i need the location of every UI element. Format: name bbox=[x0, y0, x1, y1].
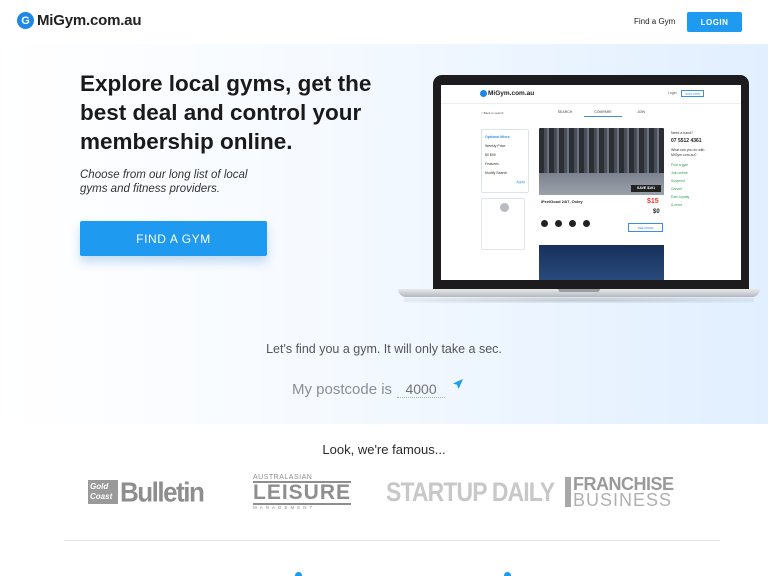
logo-text: MiGym.com.au bbox=[37, 12, 142, 29]
franchise-words: FRANCHISE BUSINESS bbox=[573, 475, 674, 510]
laptop-shadow bbox=[404, 297, 754, 303]
send-arrow-icon[interactable] bbox=[452, 377, 464, 395]
mini-logo-text: MiGym.com.au bbox=[488, 90, 535, 97]
mini-join: JOIN NOW bbox=[681, 90, 704, 97]
mini-filter-item: $0 $99 bbox=[485, 153, 496, 157]
mini-check-item: Find a gym bbox=[671, 163, 689, 167]
mini-check-item: & more bbox=[671, 203, 683, 207]
postcode-input[interactable] bbox=[397, 380, 446, 398]
mini-feature-icon bbox=[555, 220, 562, 227]
mini-phone: 07 5512 4361 bbox=[671, 138, 702, 144]
mini-filters-title: Optional filters bbox=[485, 135, 510, 139]
mini-check-item: Join online bbox=[671, 171, 688, 175]
press-logos: Gold Coast Bulletin AUSTRALASIAN LEISURE… bbox=[0, 472, 768, 512]
mini-gym-name: iFeelGood 24/7, Oxley bbox=[541, 199, 583, 204]
mini-logo: MiGym.com.au bbox=[480, 90, 534, 97]
leisure-top: AUSTRALASIAN bbox=[253, 474, 313, 481]
franchise-business-logo: FRANCHISE BUSINESS bbox=[565, 472, 674, 512]
laptop-lid: MiGym.com.au Login JOIN NOW < Back to se… bbox=[433, 75, 749, 289]
mini-filter-item: Features bbox=[485, 162, 499, 166]
mini-feature-icon bbox=[569, 220, 576, 227]
leisure-management-logo: AUSTRALASIAN LEISURE MANAGEMENT bbox=[253, 472, 352, 512]
mini-tab-search: SEARCH bbox=[557, 110, 573, 114]
famous-heading: Look, we're famous... bbox=[322, 442, 446, 457]
nav-find-gym-link[interactable]: Find a Gym bbox=[634, 17, 675, 26]
mini-check-item: Cancel bbox=[671, 187, 682, 191]
site-logo[interactable]: G MiGym.com.au bbox=[17, 12, 141, 29]
laptop-mockup-image: MiGym.com.au Login JOIN NOW < Back to se… bbox=[398, 75, 763, 345]
mini-tab-join: JOIN bbox=[637, 110, 645, 114]
find-a-gym-button[interactable]: FIND A GYM bbox=[80, 221, 267, 256]
mini-price-alt: $0 bbox=[653, 209, 660, 215]
gold-coast-bulletin-logo: Gold Coast Bulletin bbox=[88, 472, 205, 512]
mini-logo-icon bbox=[480, 90, 487, 97]
mini-header: MiGym.com.au Login JOIN NOW bbox=[441, 85, 741, 104]
mini-feature-icons bbox=[541, 220, 597, 227]
postcode-label: My postcode is bbox=[292, 381, 393, 398]
mini-price: $15 bbox=[647, 198, 659, 205]
logo-mark-icon: G bbox=[17, 12, 34, 29]
gold-coast-box: Gold Coast bbox=[88, 480, 118, 504]
mini-tab-compare: COMPARE bbox=[584, 110, 622, 117]
business-word: BUSINESS bbox=[573, 490, 673, 510]
leisure-word: LEISURE bbox=[253, 481, 352, 505]
mini-back: < Back to search bbox=[481, 111, 504, 115]
mini-feature-icon bbox=[583, 220, 590, 227]
mini-avatar bbox=[500, 203, 509, 212]
mini-save-badge: SAVE $101 bbox=[631, 185, 661, 192]
leisure-bottom: MANAGEMENT bbox=[253, 505, 316, 510]
mini-help: Need a hand? bbox=[671, 131, 693, 135]
section-divider bbox=[64, 540, 720, 541]
laptop-screen: MiGym.com.au Login JOIN NOW < Back to se… bbox=[441, 85, 741, 280]
mini-filters-panel: Optional filters Weekly Price $0 $99 Fea… bbox=[481, 129, 529, 193]
mini-login: Login bbox=[668, 91, 677, 95]
mini-check-item: Earn loyalty bbox=[671, 195, 690, 199]
hero-subtitle: Choose from our long list of local gyms … bbox=[80, 169, 248, 195]
mini-see-more: SEE MORE bbox=[628, 223, 663, 232]
startup-daily-logo: STARTUP DAILY bbox=[386, 476, 555, 507]
mini-sidebar: Need a hand? 07 5512 4361 What can you d… bbox=[671, 129, 711, 209]
mini-gym-photo-2 bbox=[539, 245, 664, 280]
mini-check-item: Suspend bbox=[671, 179, 685, 183]
site-header: G MiGym.com.au Find a Gym LOGIN bbox=[0, 0, 768, 44]
feature-icon-peek bbox=[295, 572, 302, 576]
mini-filter-item: Weekly Price bbox=[485, 144, 506, 148]
find-gym-prompt: Let's find you a gym. It will only take … bbox=[266, 342, 502, 356]
mini-filter-item: Modify Search bbox=[485, 171, 508, 175]
mini-filter-item: Apply bbox=[516, 180, 525, 184]
mini-feature-icon bbox=[541, 220, 548, 227]
hero-title: Explore local gyms, get the best deal an… bbox=[80, 71, 372, 154]
feature-icon-peek bbox=[504, 572, 511, 576]
postcode-row: My postcode is bbox=[292, 377, 464, 398]
mini-why: What can you do with MiGym.com.au? bbox=[671, 148, 705, 157]
franchise-bar bbox=[565, 477, 571, 507]
hero-section: Explore local gyms, get the best deal an… bbox=[0, 44, 768, 424]
laptop-notch bbox=[558, 289, 600, 292]
mini-tabs: SEARCH COMPARE JOIN bbox=[546, 110, 660, 117]
mini-review-card bbox=[481, 198, 525, 250]
bulletin-word: Bulletin bbox=[120, 475, 205, 508]
login-button[interactable]: LOGIN bbox=[687, 12, 742, 32]
